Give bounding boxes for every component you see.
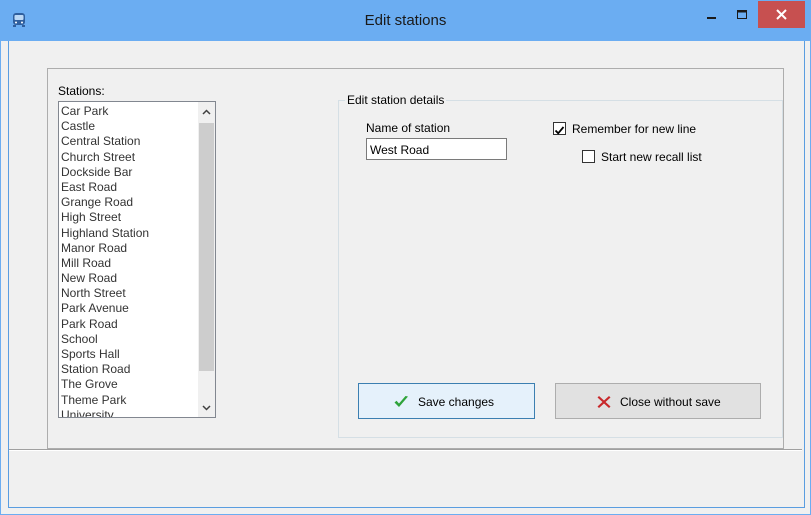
list-item[interactable]: Theme Park <box>61 393 195 408</box>
scroll-up-button[interactable] <box>198 104 215 121</box>
recall-list-label[interactable]: Start new recall list <box>601 150 702 164</box>
list-item[interactable]: Castle <box>61 119 195 134</box>
stations-listbox[interactable]: Car Park Castle Central Station Church Stre… <box>58 101 216 418</box>
group-title: Edit station details <box>345 93 447 107</box>
list-item[interactable]: Central Station <box>61 134 195 149</box>
save-changes-label: Save changes <box>418 395 495 409</box>
remember-checkbox[interactable] <box>553 122 566 135</box>
list-item[interactable]: New Road <box>61 271 195 286</box>
scrollbar-thumb[interactable] <box>199 123 214 371</box>
chevron-down-icon <box>202 405 211 411</box>
minimize-button[interactable] <box>698 1 726 29</box>
station-name-label: Name of station <box>366 121 451 135</box>
close-without-save-button[interactable]: Close without save <box>555 383 761 419</box>
chevron-up-icon <box>202 109 211 115</box>
list-item[interactable]: School <box>61 332 195 347</box>
list-item[interactable]: High Street <box>61 210 195 225</box>
list-item[interactable]: Grange Road <box>61 195 195 210</box>
title-bar[interactable]: Edit stations <box>1 1 810 41</box>
stations-label: Stations: <box>58 84 105 98</box>
list-item[interactable]: University <box>61 408 195 417</box>
maximize-button[interactable] <box>728 1 756 29</box>
list-item[interactable]: North Street <box>61 286 195 301</box>
minimize-icon <box>707 17 716 19</box>
green-checkmark-icon <box>394 396 408 407</box>
remember-label[interactable]: Remember for new line <box>572 122 696 136</box>
list-item[interactable]: East Road <box>61 180 195 195</box>
save-changes-button[interactable]: Save changes <box>358 383 535 419</box>
edit-stations-window: Edit stations Stations: Car Park Castle Ce… <box>0 0 811 515</box>
list-item[interactable]: Church Street <box>61 150 195 165</box>
scroll-down-button[interactable] <box>198 399 215 416</box>
close-icon <box>776 9 787 20</box>
list-item[interactable]: Car Park <box>61 104 195 119</box>
checkmark-icon <box>554 126 565 135</box>
list-item[interactable]: Station Road <box>61 362 195 377</box>
list-item[interactable]: Park Road <box>61 317 195 332</box>
stations-list: Car Park Castle Central Station Church Stre… <box>61 104 195 417</box>
list-item[interactable]: Park Avenue <box>61 301 195 316</box>
list-item[interactable]: Manor Road <box>61 241 195 256</box>
maximize-icon <box>737 10 747 19</box>
list-item[interactable]: Sports Hall <box>61 347 195 362</box>
bottom-separator <box>9 449 802 451</box>
close-without-save-label: Close without save <box>620 395 721 409</box>
list-item[interactable]: Mill Road <box>61 256 195 271</box>
recall-list-checkbox[interactable] <box>582 150 595 163</box>
station-name-input[interactable]: West Road <box>366 138 507 160</box>
list-item[interactable]: The Grove <box>61 377 195 392</box>
close-window-button[interactable] <box>758 1 805 28</box>
list-scrollbar[interactable] <box>198 102 215 417</box>
window-title: Edit stations <box>364 12 447 29</box>
list-item[interactable]: Highland Station <box>61 226 195 241</box>
red-x-icon <box>597 396 611 408</box>
list-item[interactable]: Dockside Bar <box>61 165 195 180</box>
